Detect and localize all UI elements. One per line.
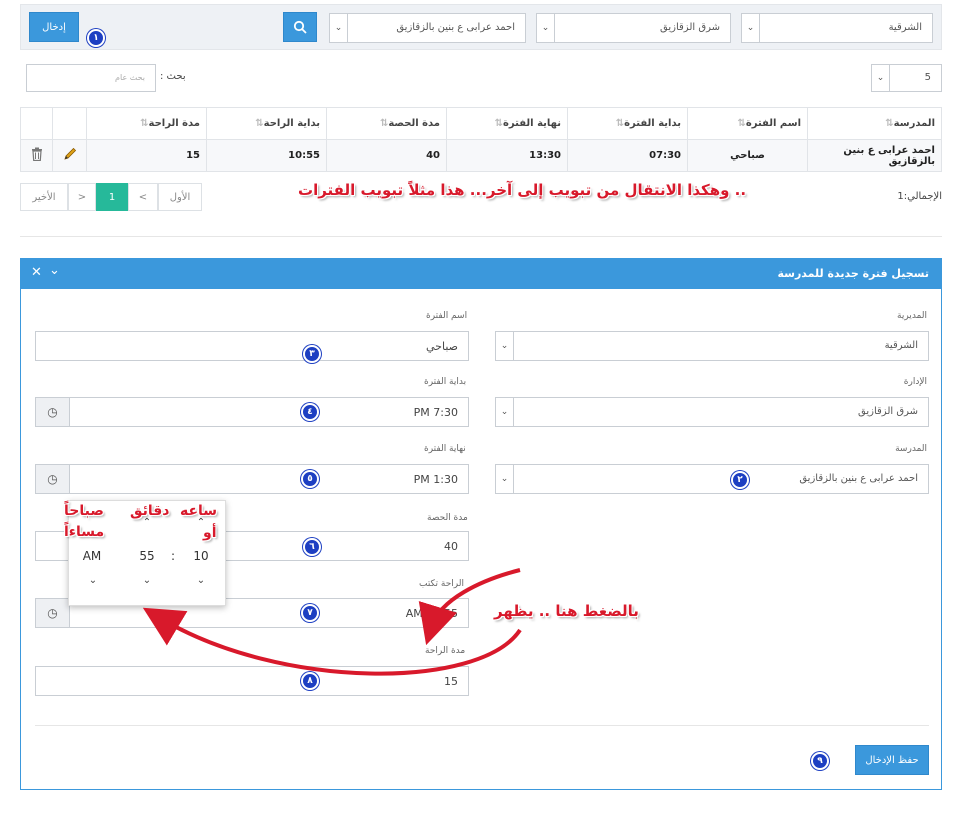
arrow-to-input xyxy=(418,568,521,646)
arrow-to-picker xyxy=(142,607,522,676)
annotation-arrows xyxy=(142,568,522,676)
